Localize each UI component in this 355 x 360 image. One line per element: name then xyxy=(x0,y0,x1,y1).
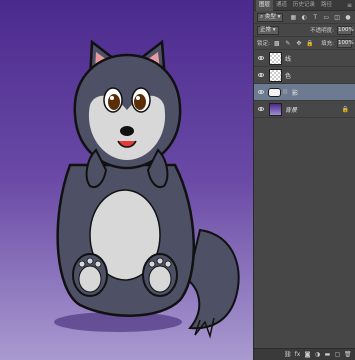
wolf-illustration xyxy=(54,39,240,339)
opacity-input[interactable]: 100% xyxy=(337,25,354,35)
filter-shape-icon[interactable]: ▭ xyxy=(322,13,330,21)
adjustment-layer-icon[interactable]: ◑ xyxy=(314,351,321,358)
layer-row-selected[interactable]: ⛓ 影 xyxy=(254,84,355,101)
layer-thumbnail xyxy=(269,102,282,116)
tab-history[interactable]: 历史记录 xyxy=(290,0,318,11)
layers-bottom-toolbar: ⛓ fx ◙ ◑ ▬ ▢ 🗑 xyxy=(254,348,355,360)
filter-pixel-icon[interactable]: ▦ xyxy=(289,13,297,21)
tab-layers[interactable]: 图层 xyxy=(256,0,274,11)
chain-link-icon[interactable]: ⛓ xyxy=(281,89,289,95)
blend-mode-select[interactable]: 正常 ▾ xyxy=(257,25,279,35)
filter-kind-select[interactable]: ⌕ 类型 ▾ xyxy=(257,12,284,22)
fx-icon[interactable]: fx xyxy=(294,351,301,358)
lock-icon: 🔒 xyxy=(341,105,349,113)
visibility-eye-icon[interactable] xyxy=(256,73,266,77)
layer-name: 线 xyxy=(285,55,292,63)
search-icon: ⌕ xyxy=(260,13,264,20)
add-mask-icon[interactable]: ◙ xyxy=(304,351,311,358)
fill-input[interactable]: 100% xyxy=(337,38,354,48)
wolf-nose xyxy=(120,126,134,136)
layer-list: 线 色 ⛓ 影 背景 🔒 xyxy=(254,50,355,118)
lock-paint-icon[interactable]: ✎ xyxy=(284,39,292,47)
visibility-eye-icon[interactable] xyxy=(256,90,266,94)
tab-paths[interactable]: 路径 xyxy=(318,0,335,11)
filter-toggle-icon[interactable]: ● xyxy=(344,13,352,21)
filter-smart-icon[interactable]: ◫ xyxy=(333,13,341,21)
hamburger-menu-icon[interactable]: ≡ xyxy=(347,2,355,9)
link-layers-icon[interactable]: ⛓ xyxy=(284,351,292,358)
filter-row: ⌕ 类型 ▾ ▦ ◐ T ▭ ◫ ● xyxy=(254,11,355,24)
opacity-label: 不透明度: xyxy=(310,28,334,34)
lock-transparent-icon[interactable]: ▩ xyxy=(273,39,281,47)
document-canvas[interactable] xyxy=(0,0,253,360)
wolf-tail xyxy=(186,228,240,330)
layer-thumbnail xyxy=(269,51,282,65)
visibility-eye-icon[interactable] xyxy=(256,107,266,111)
layer-name: 色 xyxy=(285,72,292,80)
blend-row: 正常 ▾ 不透明度: 100% xyxy=(254,24,355,37)
filter-type-icon[interactable]: T xyxy=(311,13,319,21)
new-group-icon[interactable]: ▬ xyxy=(324,351,331,358)
visibility-eye-icon[interactable] xyxy=(256,56,266,60)
lock-row: 锁定: ▩ ✎ ✥ 🔒 填充: 100% xyxy=(254,37,355,50)
filter-adjustment-icon[interactable]: ◐ xyxy=(300,13,308,21)
layer-row[interactable]: 色 xyxy=(254,67,355,84)
lock-all-icon[interactable]: 🔒 xyxy=(306,39,314,47)
fill-label: 填充: xyxy=(321,41,334,47)
layer-thumbnail xyxy=(269,68,282,82)
lock-move-icon[interactable]: ✥ xyxy=(295,39,303,47)
layer-row[interactable]: 背景 🔒 xyxy=(254,101,355,118)
layer-mask-thumbnail xyxy=(268,87,281,97)
new-layer-icon[interactable]: ▢ xyxy=(334,351,341,358)
layer-name: 背景 xyxy=(285,106,298,114)
panel-tab-bar: 图层 通道 历史记录 路径 ≡ xyxy=(254,0,355,11)
trash-icon[interactable]: 🗑 xyxy=(344,351,352,358)
layers-panel: 图层 通道 历史记录 路径 ≡ ⌕ 类型 ▾ ▦ ◐ T ▭ ◫ ● 正常 ▾ … xyxy=(253,0,355,360)
lock-label: 锁定: xyxy=(257,41,270,47)
layer-name: 影 xyxy=(292,89,299,97)
layer-row[interactable]: 线 xyxy=(254,50,355,67)
tab-channels[interactable]: 通道 xyxy=(273,0,290,11)
